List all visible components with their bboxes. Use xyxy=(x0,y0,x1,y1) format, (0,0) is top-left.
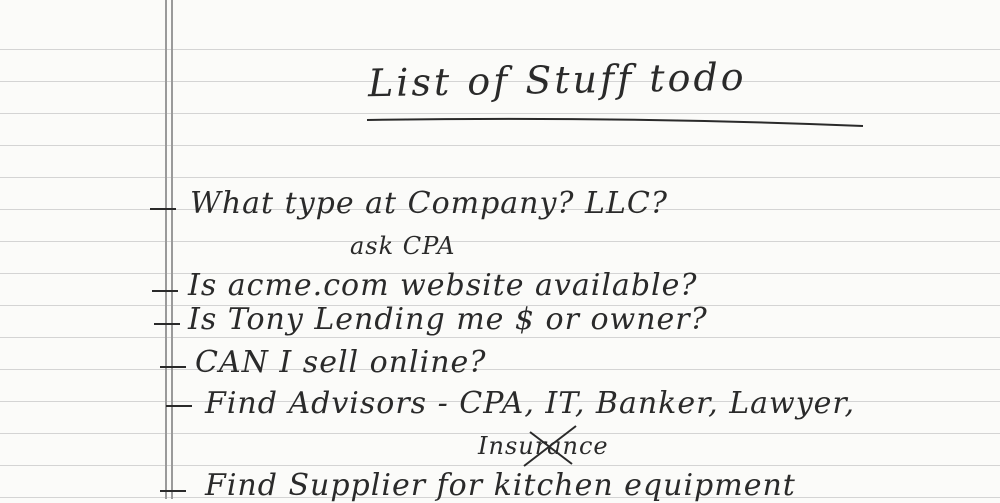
strike-through-mark xyxy=(523,425,577,467)
list-item: Find Supplier for kitchen equipment xyxy=(205,468,796,503)
bullet-dash xyxy=(160,366,186,368)
list-item: Is Tony Lending me $ or owner? xyxy=(188,302,708,337)
list-item: CAN I sell online? xyxy=(195,345,487,380)
list-item: Find Advisors - CPA, IT, Banker, Lawyer, xyxy=(205,386,856,421)
margin-line xyxy=(171,0,173,499)
bullet-dash xyxy=(166,405,192,407)
list-item: What type at Company? LLC? xyxy=(190,186,668,221)
bullet-dash xyxy=(160,490,186,492)
bullet-dash xyxy=(154,323,180,325)
ruled-notebook-page: List of Stuff todo What type at Company?… xyxy=(0,0,1000,503)
list-item: Is acme.com website available? xyxy=(188,268,698,303)
bullet-dash xyxy=(152,290,178,292)
list-item-note: ask CPA xyxy=(350,232,456,260)
title-underline xyxy=(366,117,864,127)
page-title: List of Stuff todo xyxy=(367,54,747,106)
margin-line xyxy=(165,0,167,499)
bullet-dash xyxy=(150,208,176,210)
